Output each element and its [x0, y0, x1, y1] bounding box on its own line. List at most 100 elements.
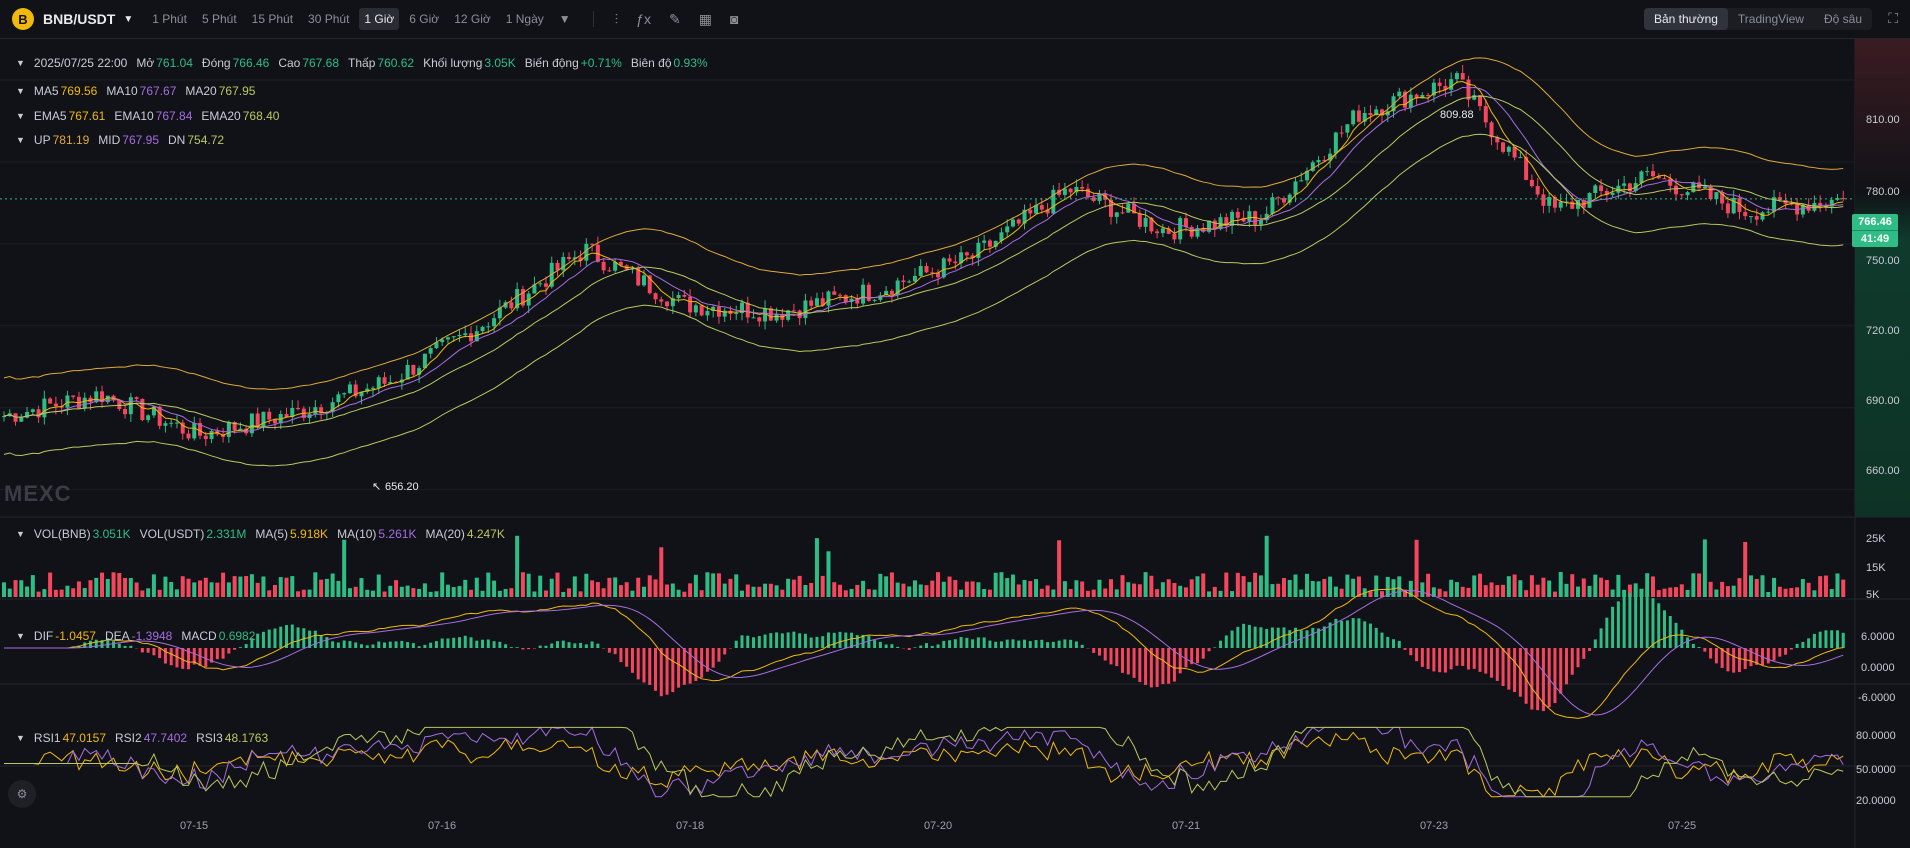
macd-histogram-bar	[371, 644, 375, 648]
volume-bar	[1656, 590, 1661, 597]
volume-bar	[157, 589, 162, 597]
pair-dropdown-icon[interactable]: ▼	[123, 14, 133, 25]
volume-bar	[572, 576, 577, 597]
volume-bar	[1374, 575, 1379, 597]
macd-histogram-bar	[1455, 648, 1459, 666]
date-tick: 07-18	[676, 820, 705, 832]
volume-bar	[1806, 582, 1811, 597]
volume-bar	[123, 577, 128, 597]
candle-body	[1570, 201, 1575, 209]
fullscreen-icon[interactable]: ⛶	[1888, 10, 1898, 27]
chart-canvas[interactable]	[0, 39, 1910, 848]
collapse-chevron-icon[interactable]: ▼	[16, 58, 25, 68]
volume-bar	[382, 591, 387, 597]
volume-bar	[509, 588, 514, 597]
candle-body	[659, 299, 664, 302]
chart-settings-icon[interactable]: ⚙	[8, 780, 36, 808]
macd-histogram-bar	[734, 640, 738, 648]
macd-histogram-bar	[486, 639, 490, 648]
macd-histogram-bar	[215, 648, 219, 660]
volume-bar	[1443, 591, 1448, 597]
candle-body	[1345, 124, 1350, 133]
volume-bar	[1454, 582, 1459, 597]
candle-body	[1333, 132, 1338, 154]
ema10-value: 767.84	[155, 109, 193, 123]
candle-body	[174, 422, 179, 424]
candle-body	[1005, 226, 1010, 233]
collapse-chevron-icon[interactable]: ▼	[16, 135, 25, 145]
volume-bar	[676, 589, 681, 597]
volume-bar	[976, 582, 981, 597]
volume-bar	[1224, 572, 1229, 597]
tf-12h[interactable]: 12 Giờ	[449, 8, 496, 30]
candle-type-icon[interactable]: ⫶	[615, 11, 619, 28]
macd-histogram-bar	[832, 632, 836, 648]
indicator-fx-icon[interactable]: ƒx	[636, 11, 651, 27]
candle-body	[918, 266, 923, 276]
candle-body	[1437, 82, 1442, 86]
ma20-line	[3, 95, 1844, 429]
macd-histogram-bar	[1374, 627, 1378, 648]
collapse-chevron-icon[interactable]: ▼	[16, 733, 25, 743]
macd-histogram-bar	[1247, 624, 1251, 648]
screenshot-camera-icon[interactable]: ◙	[730, 11, 738, 27]
volume-bar	[1702, 539, 1707, 597]
volume-bar	[636, 577, 641, 597]
draw-pen-icon[interactable]: ✎	[669, 11, 681, 28]
volume-bar	[417, 588, 422, 597]
macd-histogram-bar	[711, 648, 715, 668]
pair-name[interactable]: BNB/USDT	[43, 11, 115, 27]
price-tick: 810.00	[1866, 114, 1900, 126]
view-standard[interactable]: Bản thường	[1643, 8, 1728, 30]
candle-body	[272, 419, 277, 424]
candle-body	[1460, 73, 1465, 80]
rsi1-line	[4, 731, 1844, 798]
view-tradingview[interactable]: TradingView	[1728, 8, 1814, 30]
macd-histogram-bar	[803, 633, 807, 648]
candle-body	[192, 423, 197, 439]
tf-1d[interactable]: 1 Ngày	[501, 8, 549, 30]
collapse-chevron-icon[interactable]: ▼	[16, 111, 25, 121]
volume-bar	[924, 585, 929, 597]
candle-body	[924, 266, 929, 273]
layout-grid-icon[interactable]: ▦	[699, 11, 712, 28]
macd-histogram-bar	[1236, 626, 1240, 648]
volume-bar	[682, 591, 687, 597]
tf-6h[interactable]: 6 Giờ	[404, 8, 444, 30]
volume-bar	[567, 588, 572, 597]
collapse-chevron-icon[interactable]: ▼	[16, 631, 25, 641]
macd-histogram-bar	[1432, 648, 1436, 672]
candle-body	[376, 377, 381, 388]
macd-tick: -6.0000	[1858, 692, 1896, 704]
tf-30m[interactable]: 30 Phút	[303, 8, 354, 30]
tf-15m[interactable]: 15 Phút	[247, 8, 298, 30]
tf-5m[interactable]: 5 Phút	[197, 8, 242, 30]
dif-value: -1.0457	[55, 629, 96, 643]
volume-bar	[169, 582, 174, 597]
volume-bar	[146, 588, 151, 597]
macd-histogram-bar	[1582, 648, 1586, 659]
volume-bar	[659, 547, 664, 597]
macd-histogram-bar	[717, 648, 721, 662]
candle-body	[601, 261, 606, 271]
macd-histogram-bar	[1818, 631, 1822, 648]
macd-histogram-bar	[1478, 648, 1482, 672]
candle-body	[1051, 189, 1056, 214]
volume-bar	[330, 573, 335, 597]
volume-bar	[1195, 576, 1200, 597]
macd-histogram-bar	[780, 633, 784, 648]
tf-1m[interactable]: 1 Phút	[147, 8, 192, 30]
macd-histogram-bar	[913, 647, 917, 648]
macd-histogram-bar	[423, 644, 427, 648]
boll-mid-label: MID	[98, 133, 121, 147]
volume-bar	[192, 582, 197, 597]
macd-histogram-bar	[1720, 648, 1724, 668]
view-depth[interactable]: Độ sâu	[1814, 8, 1872, 30]
collapse-chevron-icon[interactable]: ▼	[16, 86, 25, 96]
tf-more-dropdown-icon[interactable]: ▼	[554, 8, 576, 30]
macd-histogram-bar	[1812, 633, 1816, 648]
collapse-chevron-icon[interactable]: ▼	[16, 529, 25, 539]
volume-bar	[203, 577, 208, 597]
volume-bar	[1126, 582, 1131, 597]
tf-1h[interactable]: 1 Giờ	[359, 8, 400, 30]
